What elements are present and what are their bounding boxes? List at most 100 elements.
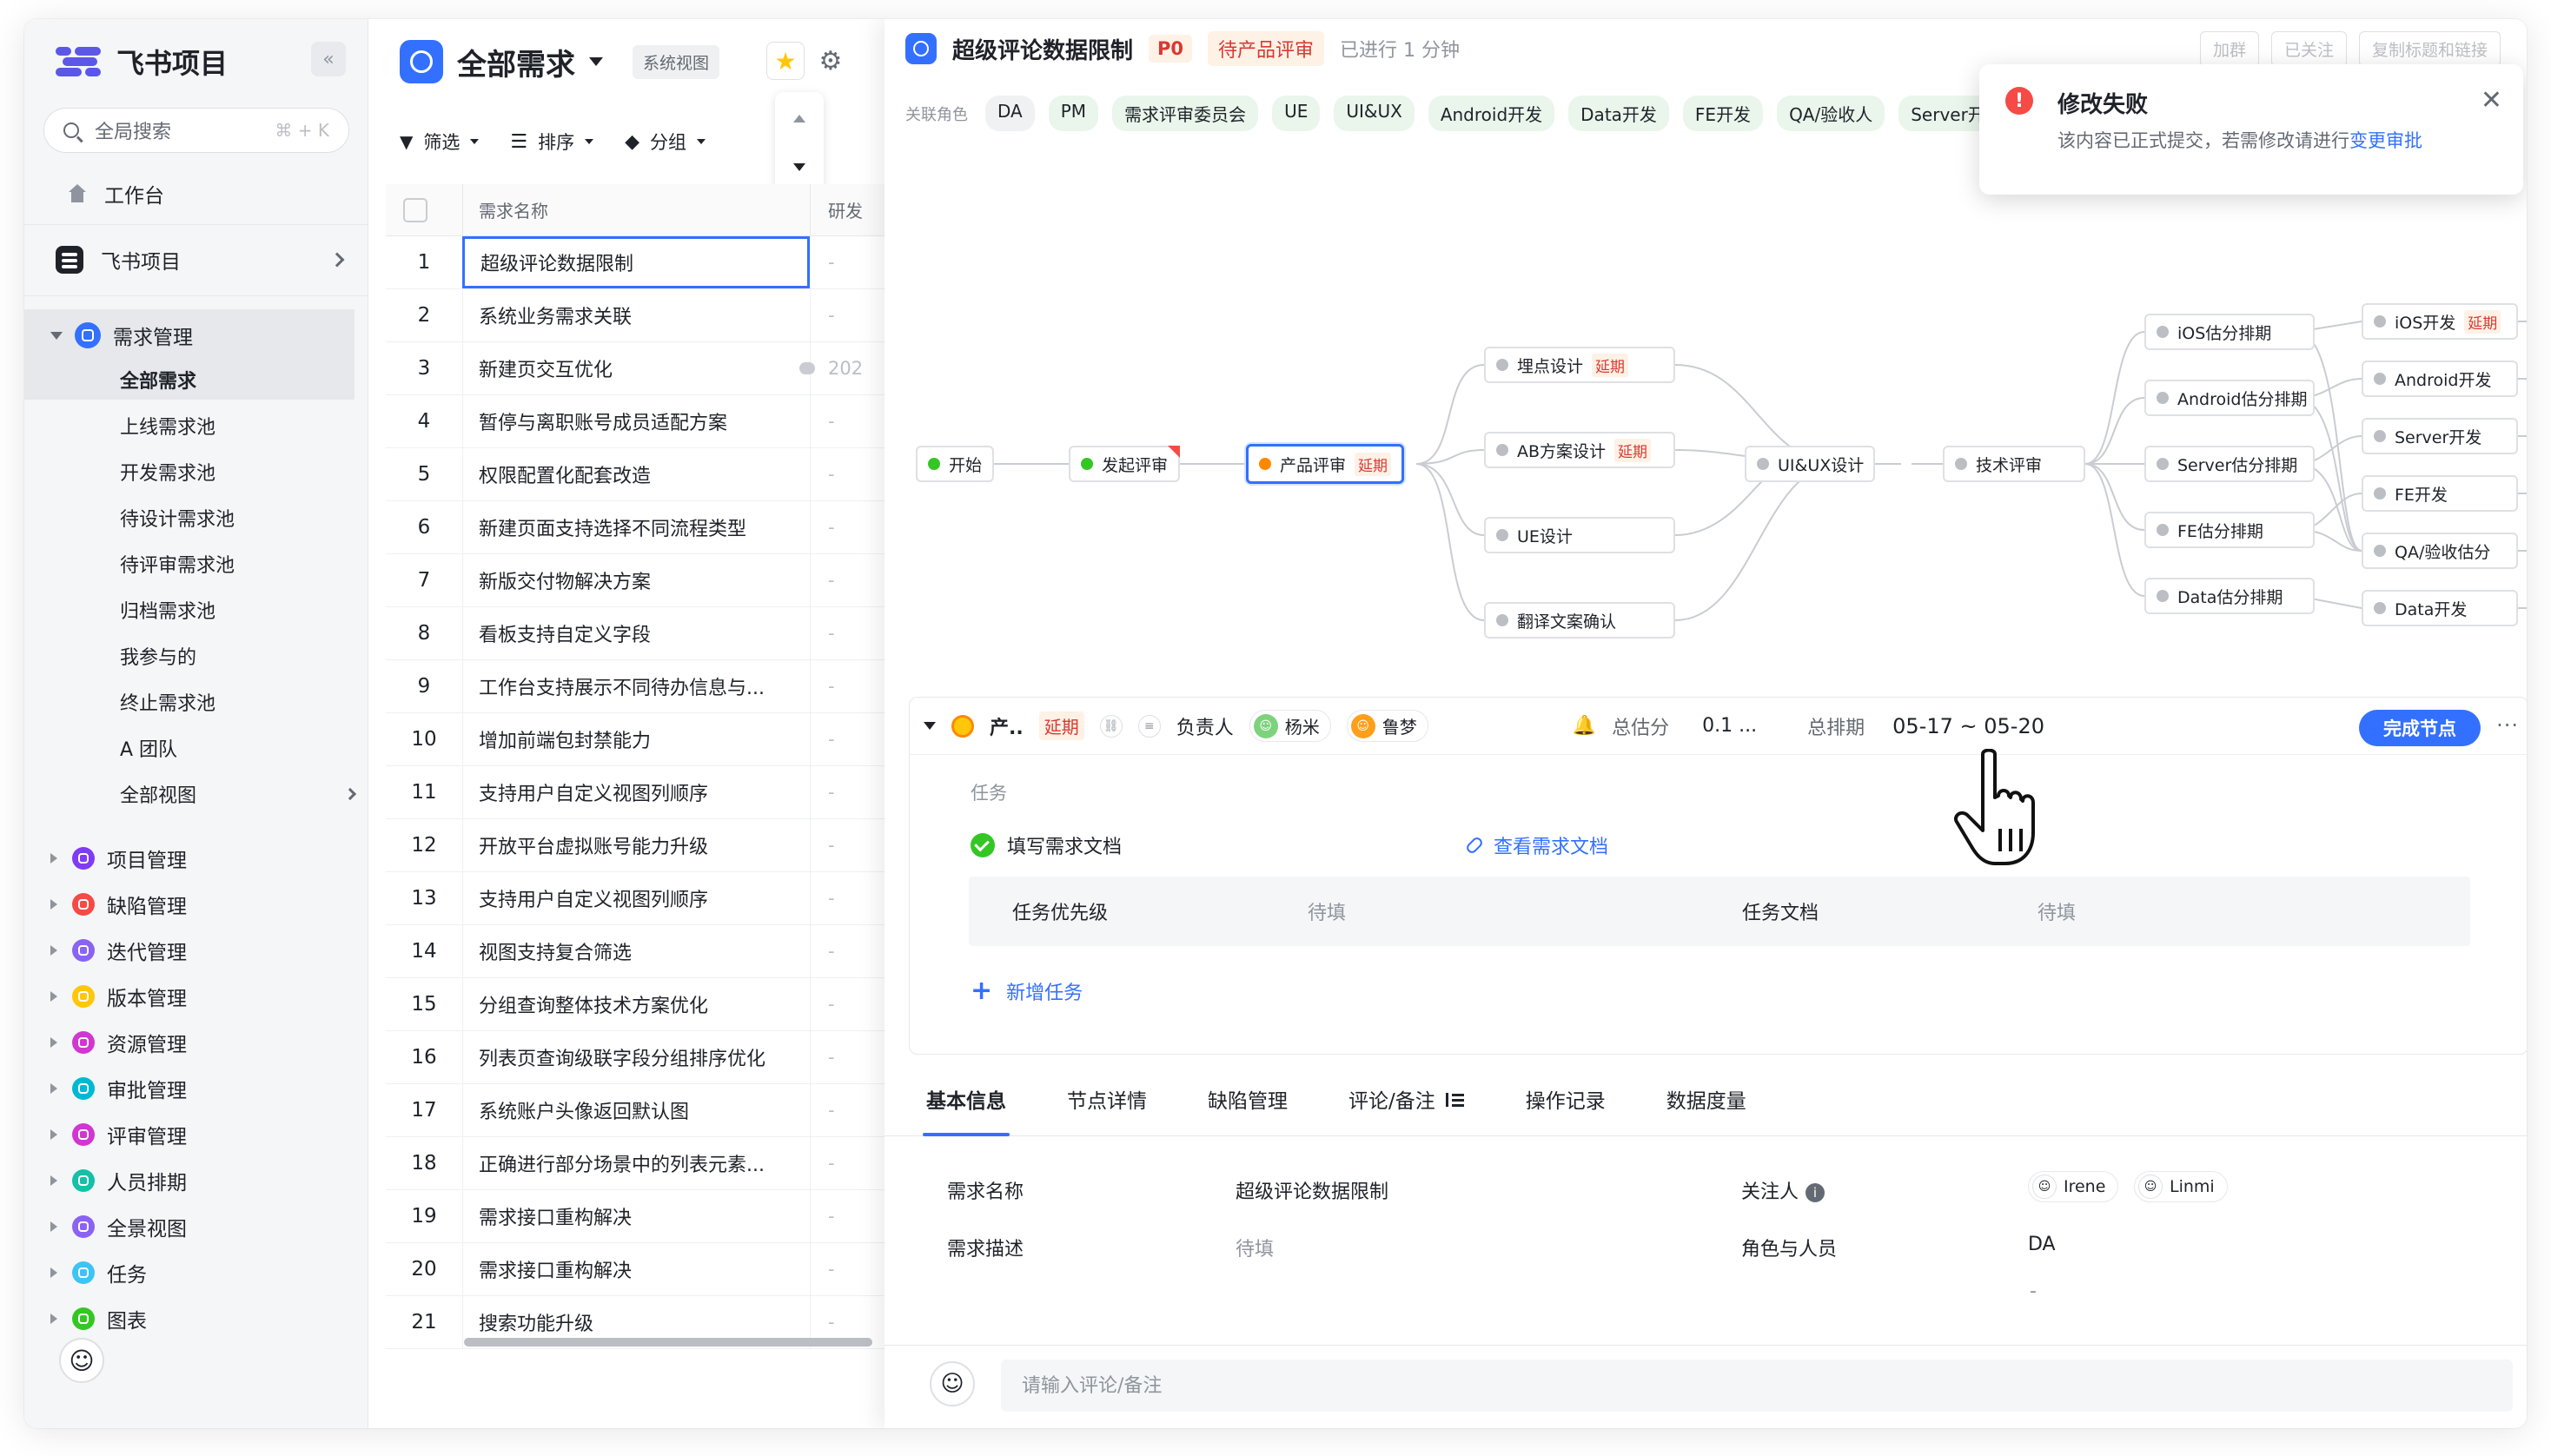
stage-badge[interactable]: 待产品评审 — [1208, 31, 1325, 66]
expand-icon[interactable] — [50, 945, 57, 956]
star-icon[interactable]: ★ — [766, 42, 805, 80]
global-search[interactable]: 全局搜索 ⌘ + K — [43, 108, 349, 153]
table-row[interactable]: 13 支持用户自定义视图列顺序 - — [386, 872, 890, 925]
table-row[interactable]: 9 工作台支持展示不同待办信息与... - — [386, 660, 890, 713]
module-item[interactable]: 人员排期 — [50, 1158, 187, 1203]
role-chip[interactable]: 需求评审委员会 — [1112, 96, 1259, 131]
sub-item[interactable]: 上线需求池 — [120, 404, 215, 447]
expand-icon[interactable] — [50, 1267, 57, 1278]
nav-workbench[interactable]: 工作台 — [66, 179, 164, 208]
flow-node-tracking[interactable]: 埋点设计 延期 — [1484, 347, 1675, 383]
sub-item-all-views[interactable]: 全部视图 — [120, 772, 357, 816]
caret-down-icon[interactable] — [589, 57, 603, 66]
row-name[interactable]: 新建页交互优化 — [462, 342, 810, 394]
row-name[interactable]: 正确进行部分场景中的列表元素... — [462, 1137, 810, 1189]
sort-icon[interactable] — [1445, 1091, 1465, 1107]
module-item[interactable]: 任务 — [50, 1250, 147, 1295]
expand-icon[interactable] — [50, 1129, 57, 1140]
sub-item-all[interactable]: 全部需求 — [120, 358, 196, 401]
flow-node-android-dev[interactable]: Android开发 — [2362, 361, 2518, 397]
module-item[interactable]: 评审管理 — [50, 1112, 187, 1157]
link-node-icon[interactable]: ⛓ — [1099, 714, 1123, 738]
sort-button[interactable]: ☰ 排序 — [510, 129, 594, 155]
table-row[interactable]: 8 看板支持自定义字段 - — [386, 607, 890, 660]
horizontal-scrollbar[interactable] — [464, 1338, 872, 1347]
tab-node-details[interactable]: 节点详情 — [1067, 1062, 1147, 1135]
flow-node-start[interactable]: 开始 — [916, 446, 995, 482]
owner-chip[interactable]: ☺ 杨米 — [1249, 710, 1331, 742]
priority-badge[interactable]: P0 — [1149, 35, 1193, 63]
row-name[interactable]: 工作台支持展示不同待办信息与... — [462, 660, 810, 712]
table-row[interactable]: 11 支持用户自定义视图列顺序 - — [386, 766, 890, 819]
table-row[interactable]: 14 视图支持复合筛选 - — [386, 925, 890, 978]
table-row[interactable]: 12 开放平台虚拟账号能力升级 - — [386, 819, 890, 872]
table-row[interactable]: 4 暂停与离职账号成员适配方案 - — [386, 395, 890, 448]
row-name[interactable]: 增加前端包封禁能力 — [462, 713, 810, 765]
module-item[interactable]: 项目管理 — [50, 836, 187, 881]
table-row[interactable]: 19 需求接口重构解决 - — [386, 1190, 890, 1243]
field-value-desc[interactable]: 待填 — [1236, 1234, 1274, 1261]
table-row[interactable]: 15 分组查询整体技术方案优化 - — [386, 978, 890, 1031]
expand-icon[interactable] — [50, 1175, 57, 1186]
change-approval-link[interactable]: 变更审批 — [2349, 130, 2422, 151]
expand-icon[interactable] — [50, 899, 57, 910]
flow-node-ab[interactable]: AB方案设计 延期 — [1484, 432, 1675, 468]
flow-node-android-estimate[interactable]: Android估分排期 — [2144, 380, 2315, 416]
column-header-name[interactable]: 需求名称 — [462, 184, 810, 235]
table-row[interactable]: 2 系统业务需求关联 - — [386, 289, 890, 342]
sub-item[interactable]: A 团队 — [120, 726, 177, 770]
row-name[interactable]: 支持用户自定义视图列顺序 — [462, 766, 810, 818]
row-name[interactable]: 开放平台虚拟账号能力升级 — [462, 819, 810, 871]
check-circle-icon[interactable] — [971, 833, 995, 857]
module-item[interactable]: 全景视图 — [50, 1204, 187, 1249]
table-row[interactable]: 1 超级评论数据限制 - — [386, 236, 890, 289]
table-row[interactable]: 20 需求接口重构解决 - — [386, 1243, 890, 1296]
role-chip[interactable]: PM — [1048, 96, 1099, 131]
row-name[interactable]: 权限配置化配套改造 — [462, 448, 810, 500]
arrow-up-icon[interactable] — [793, 115, 805, 122]
role-chip[interactable]: Data开发 — [1568, 96, 1669, 131]
row-name[interactable]: 分组查询整体技术方案优化 — [462, 978, 810, 1030]
expand-icon[interactable] — [50, 1083, 57, 1094]
flow-node-ios-dev[interactable]: iOS开发 延期 — [2362, 303, 2518, 340]
row-name[interactable]: 新建页面支持选择不同流程类型 — [462, 501, 810, 553]
app-logo[interactable]: 飞书项目 — [56, 42, 228, 82]
row-name[interactable]: 需求接口重构解决 — [462, 1190, 810, 1242]
expand-icon[interactable] — [50, 1037, 57, 1048]
expand-icon[interactable] — [50, 991, 57, 1002]
add-task-button[interactable]: + 新增任务 — [971, 977, 1083, 1005]
sub-item[interactable]: 归档需求池 — [120, 588, 215, 632]
tab-defects[interactable]: 缺陷管理 — [1208, 1062, 1288, 1135]
row-name[interactable]: 超级评论数据限制 — [462, 236, 810, 288]
field-value-roles[interactable]: DA — [2028, 1234, 2056, 1255]
module-item[interactable]: 审批管理 — [50, 1066, 187, 1111]
table-row[interactable]: 6 新建页面支持选择不同流程类型 - — [386, 501, 890, 554]
comment-icon[interactable] — [799, 362, 815, 374]
follow-button[interactable]: 已关注 — [2270, 31, 2347, 67]
estimate-value[interactable]: 0.1 ... — [1702, 715, 1757, 737]
row-name[interactable]: 列表页查询级联字段分组排序优化 — [462, 1031, 810, 1083]
select-all-checkbox[interactable] — [403, 197, 427, 222]
row-name[interactable]: 暂停与离职账号成员适配方案 — [462, 395, 810, 447]
more-icon[interactable]: ··· — [2496, 713, 2519, 738]
flow-node-initiate[interactable]: 发起评审 — [1069, 446, 1181, 482]
comment-input[interactable] — [1001, 1360, 2513, 1412]
sub-item[interactable]: 待设计需求池 — [120, 496, 235, 539]
role-chip[interactable]: DA — [985, 96, 1035, 131]
flow-node-qa[interactable]: QA/验收估分 — [2362, 533, 2518, 569]
flow-node-tech-review[interactable]: 技术评审 — [1943, 446, 2085, 482]
flow-node-data-dev[interactable]: Data开发 — [2362, 590, 2518, 626]
filter-button[interactable]: ▼ 筛选 — [400, 129, 480, 155]
module-requirements[interactable]: 需求管理 — [50, 313, 193, 358]
expand-icon[interactable] — [50, 331, 63, 340]
sub-item[interactable]: 终止需求池 — [120, 680, 215, 724]
role-chip[interactable]: Android开发 — [1428, 96, 1555, 131]
close-icon[interactable]: ✕ — [2481, 85, 2502, 116]
table-row[interactable]: 3 新建页交互优化 202 — [386, 342, 890, 395]
role-chip[interactable]: QA/验收人 — [1777, 96, 1885, 131]
expand-icon[interactable] — [50, 1221, 57, 1232]
collapse-icon[interactable] — [924, 722, 936, 730]
row-name[interactable]: 系统账户头像返回默认图 — [462, 1084, 810, 1136]
list-title[interactable]: 全部需求 — [457, 41, 575, 83]
flow-node-data-estimate[interactable]: Data估分排期 — [2144, 578, 2315, 614]
